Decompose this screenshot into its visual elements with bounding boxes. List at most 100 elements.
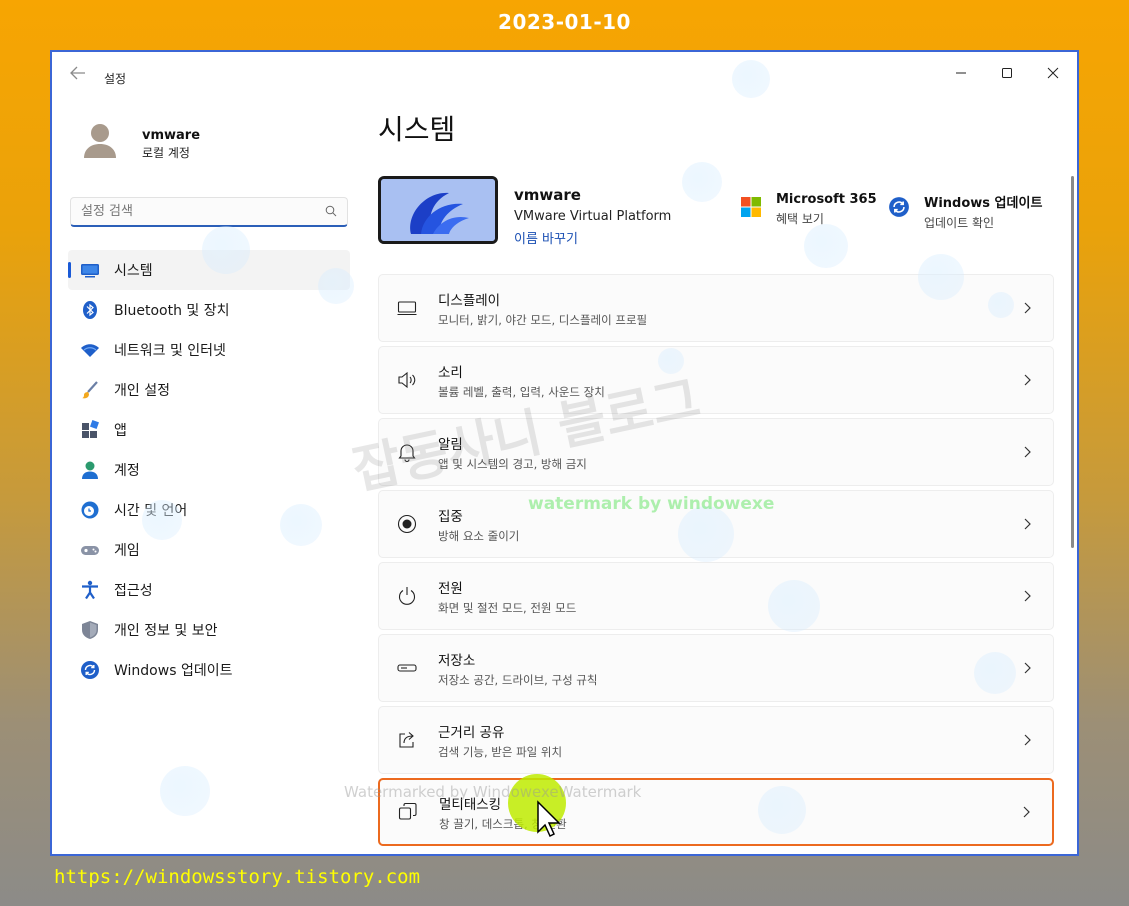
sidebar-item-label: Windows 업데이트 <box>114 663 233 679</box>
chevron-right-icon <box>1024 518 1031 530</box>
minimize-button[interactable] <box>938 58 984 88</box>
sidebar-item-time-language[interactable]: 시간 및 언어 <box>68 490 350 530</box>
bluetooth-icon <box>80 300 100 320</box>
microsoft-365-link[interactable]: Microsoft 365 혜택 보기 <box>740 192 877 227</box>
close-button[interactable] <box>1030 58 1076 88</box>
chevron-right-icon <box>1024 302 1031 314</box>
power-icon <box>396 585 418 607</box>
chevron-right-icon <box>1023 806 1030 818</box>
chevron-right-icon <box>1024 590 1031 602</box>
page-title: 시스템 <box>378 113 456 146</box>
card-title: 멀티태스킹 <box>439 796 502 813</box>
card-subtitle: 모니터, 밝기, 야간 모드, 디스플레이 프로필 <box>438 312 648 327</box>
card-title: 근거리 공유 <box>438 724 505 741</box>
sidebar-item-label: 접근성 <box>114 583 153 599</box>
chevron-right-icon <box>1024 446 1031 458</box>
update-icon <box>80 660 100 680</box>
globe-clock-icon <box>80 500 100 520</box>
person-icon <box>80 460 100 480</box>
wifi-icon <box>80 340 100 360</box>
sidebar-item-label: 네트워크 및 인터넷 <box>114 343 226 359</box>
search-icon[interactable] <box>325 205 337 217</box>
settings-card-nearby-sharing[interactable]: 근거리 공유 검색 기능, 받은 파일 위치 <box>378 706 1054 774</box>
sidebar-item-windows-update[interactable]: Windows 업데이트 <box>68 650 350 690</box>
share-icon <box>396 729 418 751</box>
footer-url: https://windowsstory.tistory.com <box>54 866 421 888</box>
rename-link[interactable]: 이름 바꾸기 <box>514 228 578 247</box>
avatar[interactable] <box>82 122 118 160</box>
quick-link-subtitle: 혜택 보기 <box>776 212 824 226</box>
focus-icon <box>396 513 418 535</box>
sidebar-item-gaming[interactable]: 게임 <box>68 530 350 570</box>
monitor-icon <box>80 260 100 280</box>
sidebar-item-label: 시스템 <box>114 263 153 279</box>
sidebar-item-network[interactable]: 네트워크 및 인터넷 <box>68 330 350 370</box>
maximize-button[interactable] <box>984 58 1030 88</box>
gamepad-icon <box>80 540 100 560</box>
card-subtitle: 볼륨 레벨, 출력, 입력, 사운드 장치 <box>438 384 605 399</box>
sidebar-item-accessibility[interactable]: 접근성 <box>68 570 350 610</box>
windows-update-link[interactable]: Windows 업데이트 업데이트 확인 <box>888 192 1042 231</box>
multitask-icon <box>397 801 419 823</box>
chevron-right-icon <box>1024 374 1031 386</box>
card-title: 저장소 <box>438 652 476 669</box>
device-name: vmware <box>514 186 581 204</box>
settings-card-power[interactable]: 전원 화면 및 절전 모드, 전원 모드 <box>378 562 1054 630</box>
scrollbar[interactable] <box>1071 176 1074 548</box>
sidebar-item-label: 시간 및 언어 <box>114 503 188 519</box>
card-title: 디스플레이 <box>438 292 501 309</box>
search-box[interactable] <box>70 197 348 227</box>
sidebar-item-accounts[interactable]: 계정 <box>68 450 350 490</box>
device-model: VMware Virtual Platform <box>514 209 672 224</box>
profile-name: vmware <box>142 128 201 143</box>
card-subtitle: 검색 기능, 받은 파일 위치 <box>438 744 563 759</box>
sidebar-item-apps[interactable]: 앱 <box>68 410 350 450</box>
sidebar-item-bluetooth[interactable]: Bluetooth 및 장치 <box>68 290 350 330</box>
sidebar-item-system[interactable]: 시스템 <box>68 250 350 290</box>
settings-card-storage[interactable]: 저장소 저장소 공간, 드라이브, 구성 규칙 <box>378 634 1054 702</box>
settings-card-focus[interactable]: 집중 방해 요소 줄이기 <box>378 490 1054 558</box>
settings-card-multitasking[interactable]: 멀티태스킹 창 끌기, 데스크톱, 창 전환 <box>378 778 1054 846</box>
sidebar-item-personalization[interactable]: 개인 설정 <box>68 370 350 410</box>
search-input[interactable] <box>71 198 311 224</box>
quick-link-subtitle: 업데이트 확인 <box>924 216 995 230</box>
card-subtitle: 창 끌기, 데스크톱, 창 전환 <box>439 816 567 831</box>
close-icon <box>1047 67 1059 79</box>
title-bar: 설정 <box>52 52 1077 92</box>
settings-card-display[interactable]: 디스플레이 모니터, 밝기, 야간 모드, 디스플레이 프로필 <box>378 274 1054 342</box>
device-thumbnail <box>378 176 498 244</box>
card-subtitle: 앱 및 시스템의 경고, 방해 금지 <box>438 456 587 471</box>
settings-list: 디스플레이 모니터, 밝기, 야간 모드, 디스플레이 프로필 소리 볼륨 레벨… <box>378 274 1054 850</box>
decorative-bubble <box>160 766 210 816</box>
card-subtitle: 저장소 공간, 드라이브, 구성 규칙 <box>438 672 598 687</box>
minimize-icon <box>956 72 966 74</box>
microsoft-logo-icon <box>741 197 761 217</box>
shield-icon <box>80 620 100 640</box>
sidebar-item-label: 계정 <box>114 463 140 479</box>
sidebar-item-privacy[interactable]: 개인 정보 및 보안 <box>68 610 350 650</box>
sidebar-item-label: Bluetooth 및 장치 <box>114 303 230 319</box>
brush-icon <box>80 380 100 400</box>
header-date: 2023-01-10 <box>498 10 631 34</box>
settings-card-sound[interactable]: 소리 볼륨 레벨, 출력, 입력, 사운드 장치 <box>378 346 1054 414</box>
card-subtitle: 방해 요소 줄이기 <box>438 528 520 543</box>
back-arrow-icon[interactable] <box>70 66 86 80</box>
maximize-icon <box>1002 68 1012 78</box>
profile-account-type: 로컬 계정 <box>142 146 190 160</box>
sidebar-item-label: 개인 설정 <box>114 383 170 399</box>
sidebar-item-label: 개인 정보 및 보안 <box>114 623 218 639</box>
storage-icon <box>396 657 418 679</box>
settings-card-notifications[interactable]: 알림 앱 및 시스템의 경고, 방해 금지 <box>378 418 1054 486</box>
card-title: 소리 <box>438 364 463 381</box>
quick-link-title: Microsoft 365 <box>776 192 877 207</box>
card-title: 전원 <box>438 580 463 597</box>
decorative-bubble <box>804 224 848 268</box>
sidebar-item-label: 게임 <box>114 543 140 559</box>
card-subtitle: 화면 및 절전 모드, 전원 모드 <box>438 600 577 615</box>
accessibility-icon <box>80 580 100 600</box>
display-icon <box>396 297 418 319</box>
apps-icon <box>80 420 100 440</box>
bell-icon <box>396 441 418 463</box>
decorative-bubble <box>682 162 722 202</box>
settings-window: 설정 vmware 로컬 계정 시스템 <box>50 50 1079 856</box>
